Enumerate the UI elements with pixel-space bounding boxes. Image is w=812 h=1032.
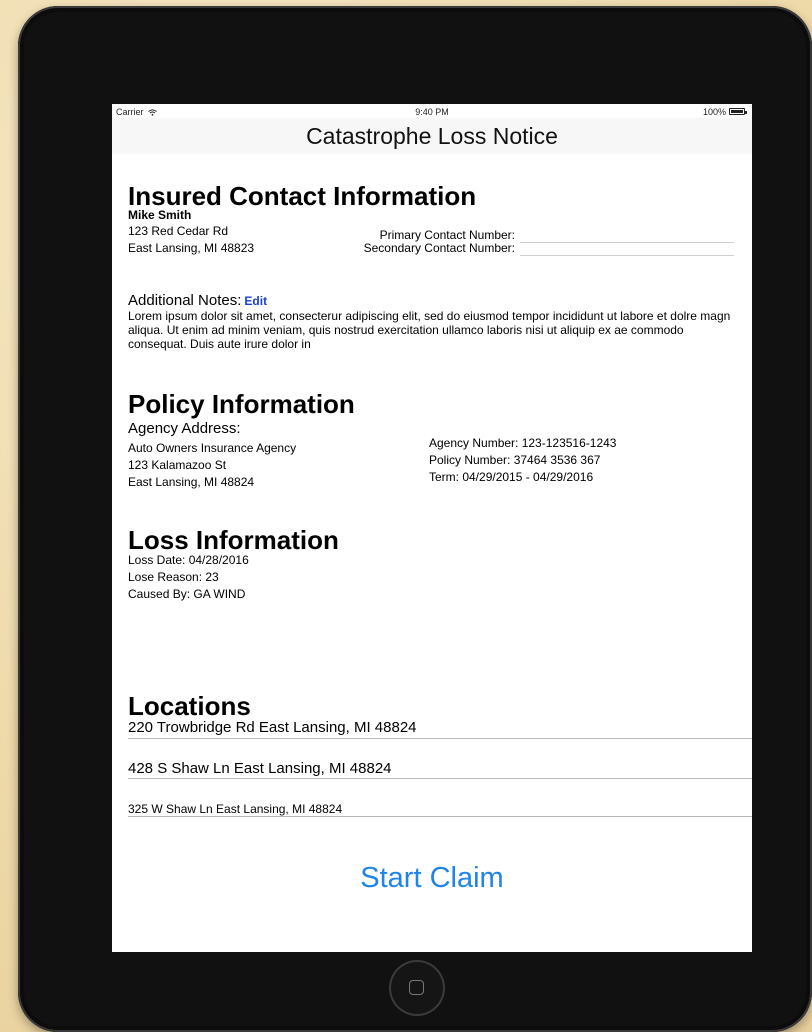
- notes-header: Additional Notes: Edit: [128, 292, 267, 310]
- battery-icon: [729, 108, 747, 115]
- secondary-contact-label: Secondary Contact Number:: [363, 241, 515, 255]
- caused-by: Caused By: GA WIND: [128, 587, 246, 601]
- notes-text: Lorem ipsum dolor sit amet, consecterur …: [128, 309, 731, 351]
- primary-contact-underline: [520, 242, 734, 243]
- agency-name: Auto Owners Insurance Agency: [128, 441, 297, 455]
- locations-heading: Locations: [128, 691, 251, 721]
- location-divider: [128, 738, 752, 739]
- loss-reason: Lose Reason: 23: [128, 570, 219, 584]
- home-button-icon: [409, 980, 424, 995]
- location-item[interactable]: 428 S Shaw Ln East Lansing, MI 48824: [128, 760, 392, 777]
- policy-number: Policy Number: 37464 3536 367: [429, 453, 601, 467]
- clock: 9:40 PM: [415, 107, 449, 117]
- agency-number: Agency Number: 123-123516-1243: [429, 436, 617, 450]
- insured-street: 123 Red Cedar Rd: [128, 224, 229, 238]
- location-item[interactable]: 325 W Shaw Ln East Lansing, MI 48824: [128, 802, 342, 816]
- location-divider: [128, 816, 752, 817]
- agency-street: 123 Kalamazoo St: [128, 458, 227, 472]
- agency-address-label: Agency Address:: [128, 420, 241, 437]
- start-claim-button[interactable]: Start Claim: [112, 861, 752, 895]
- notes-label: Additional Notes:: [128, 292, 242, 309]
- secondary-contact-underline: [520, 255, 734, 256]
- loss-heading: Loss Information: [128, 525, 339, 555]
- location-divider: [128, 778, 752, 779]
- insured-city: East Lansing, MI 48823: [128, 241, 255, 255]
- ipad-frame: Carrier 9:40 PM 100% Catastrophe Loss No…: [18, 6, 812, 1032]
- battery-percent: 100%: [702, 107, 726, 117]
- nav-bar: Catastrophe Loss Notice: [112, 118, 752, 154]
- insured-heading: Insured Contact Information: [128, 181, 477, 211]
- primary-contact-label: Primary Contact Number:: [379, 228, 515, 242]
- policy-term: Term: 04/29/2015 - 04/29/2016: [429, 470, 594, 484]
- loss-date: Loss Date: 04/28/2016: [128, 553, 249, 567]
- page-title: Catastrophe Loss Notice: [306, 123, 558, 149]
- agency-city: East Lansing, MI 48824: [128, 475, 255, 489]
- home-button[interactable]: [389, 960, 445, 1016]
- location-item[interactable]: 220 Trowbridge Rd East Lansing, MI 48824: [128, 719, 417, 736]
- app-screen: Carrier 9:40 PM 100% Catastrophe Loss No…: [112, 104, 752, 952]
- edit-notes-link[interactable]: Edit: [244, 294, 267, 308]
- insured-name: Mike Smith: [128, 208, 192, 222]
- policy-heading: Policy Information: [128, 389, 355, 419]
- notice-content: Insured Contact Information Mike Smith 1…: [112, 154, 752, 952]
